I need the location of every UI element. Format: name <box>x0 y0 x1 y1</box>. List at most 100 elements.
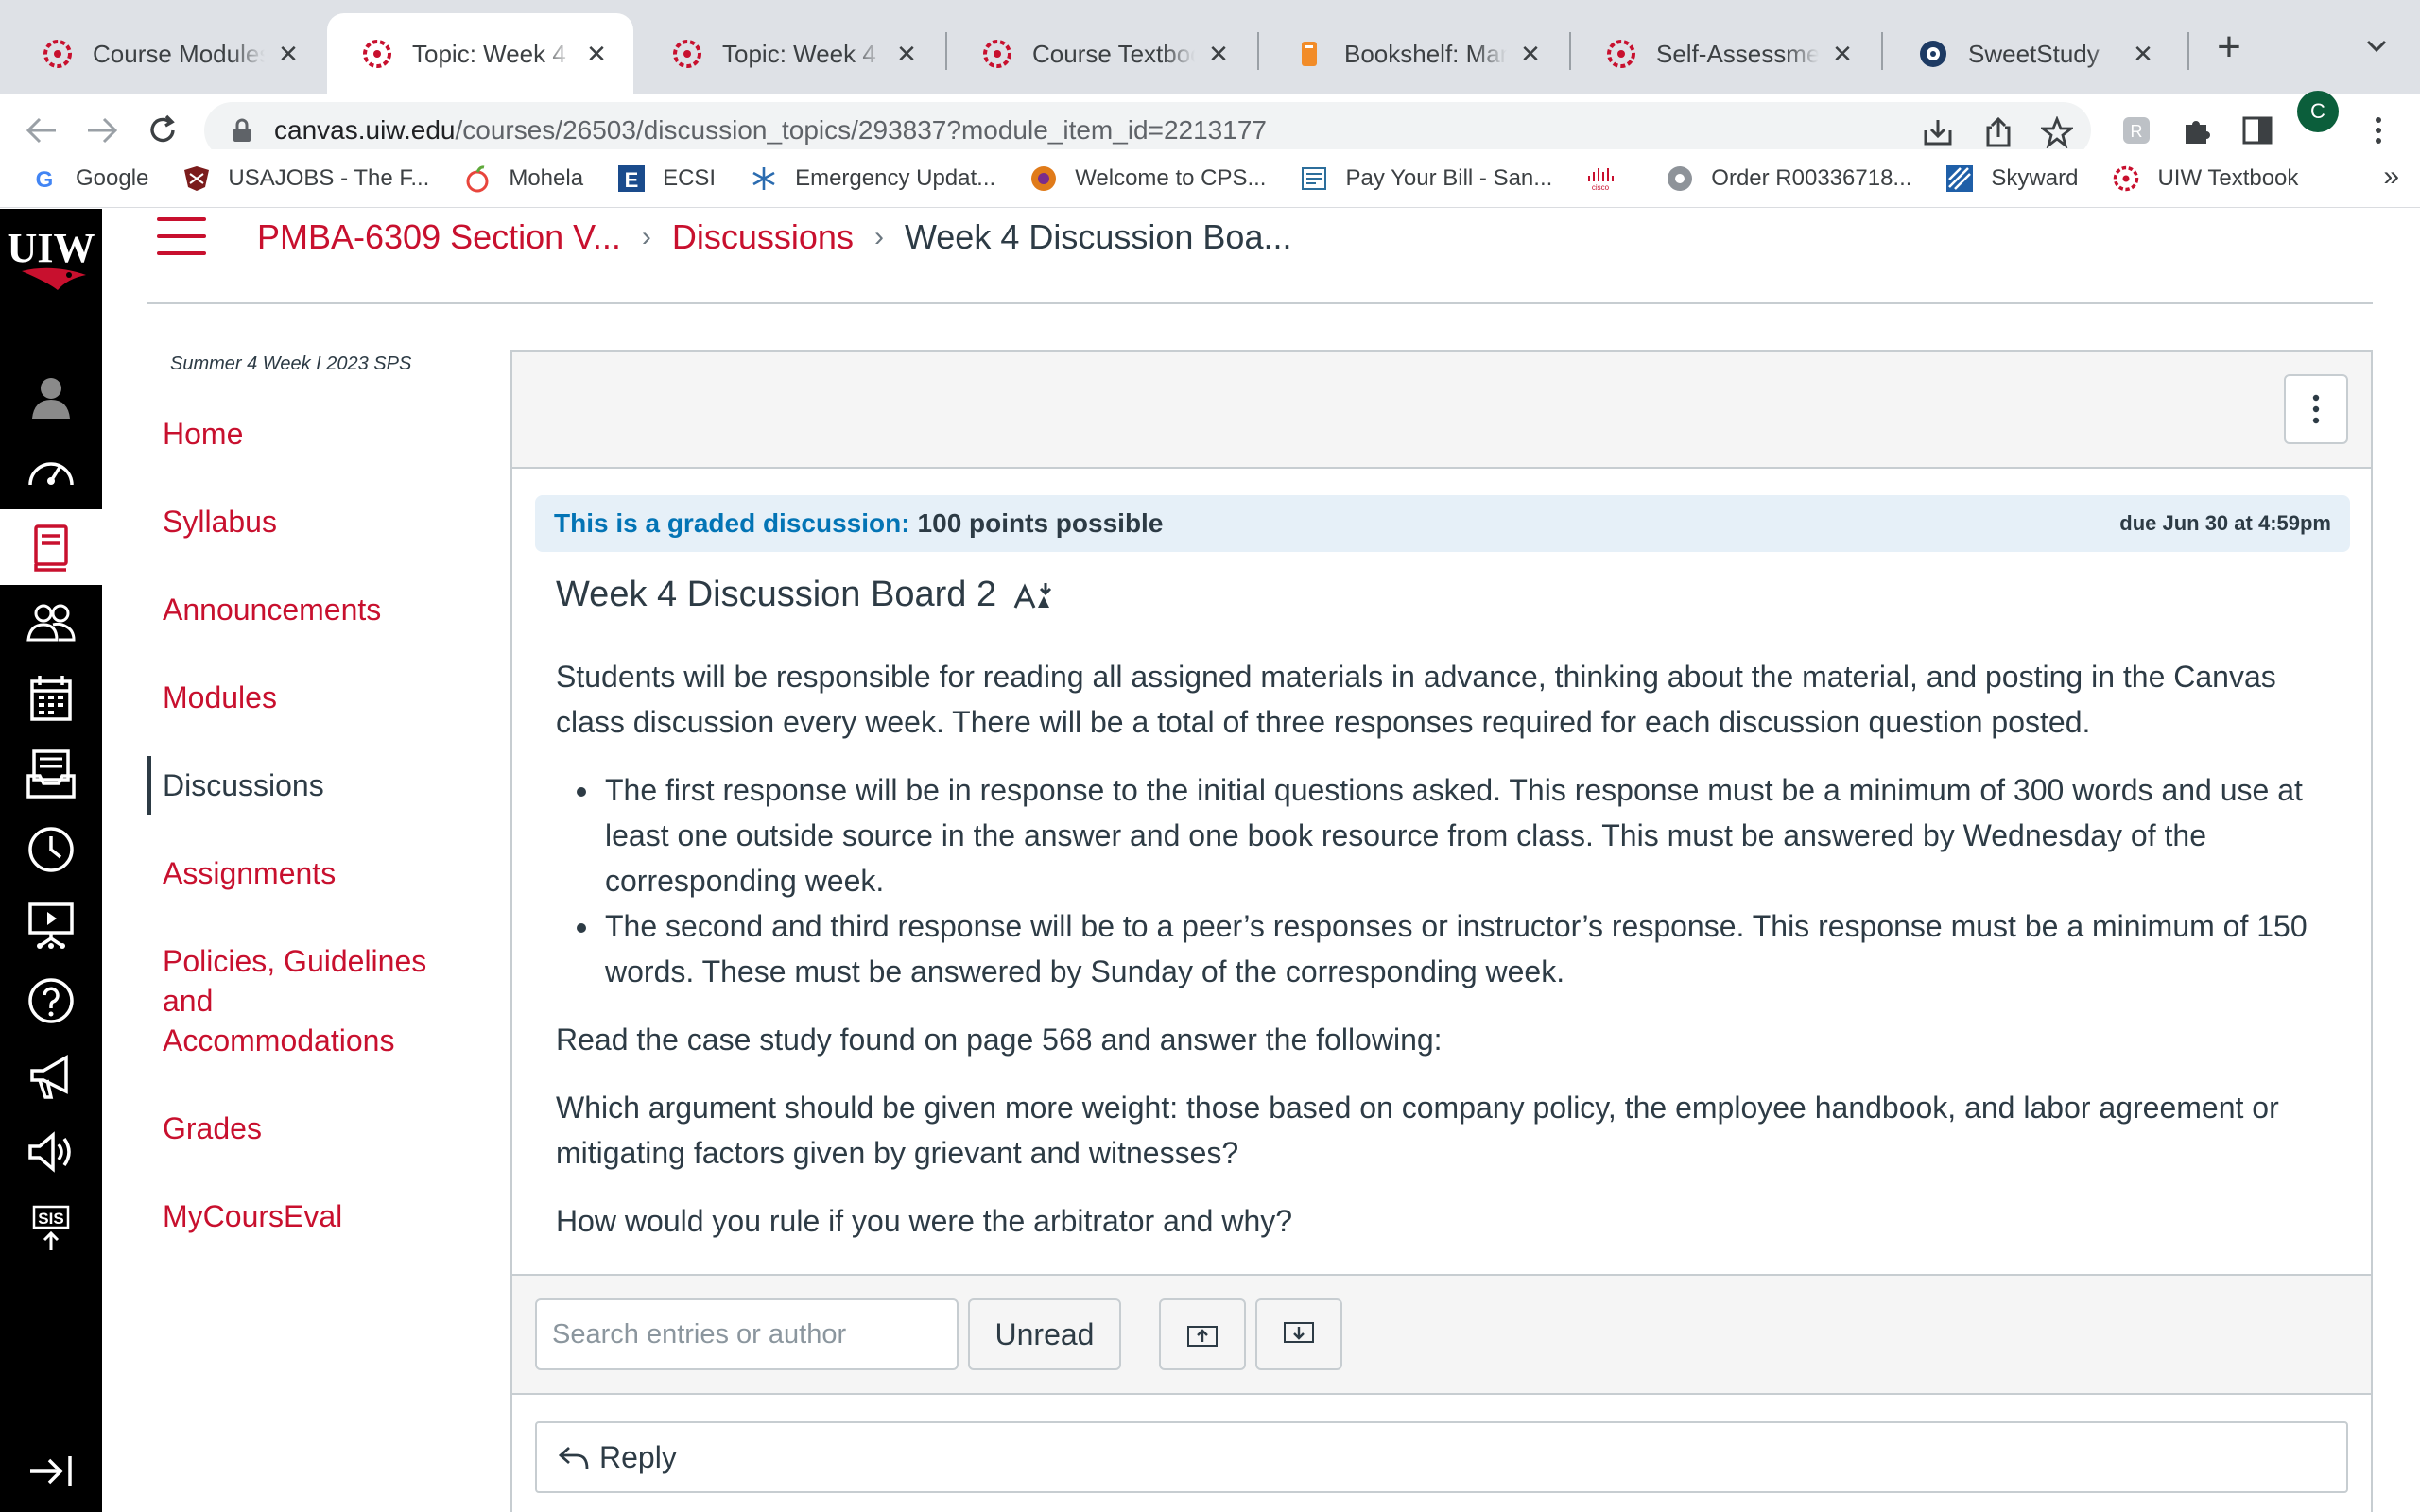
course-navigation: Home Syllabus Announcements Modules Disc… <box>147 404 459 1275</box>
order-icon <box>1666 164 1694 193</box>
chevron-right-icon: › <box>641 221 651 252</box>
close-icon[interactable]: ✕ <box>274 40 302 68</box>
bookmark-item[interactable]: Welcome to CPS... <box>1029 164 1266 193</box>
mohela-icon <box>463 164 492 193</box>
new-tab-button[interactable]: + <box>2208 23 2250 72</box>
close-icon[interactable]: ✕ <box>1516 40 1545 68</box>
skyward-icon <box>1945 164 1974 193</box>
graded-discussion-banner: This is a graded discussion: 100 points … <box>535 495 2350 552</box>
tab-title: Topic: Week 4 Dis <box>412 39 573 68</box>
bookmark-item[interactable]: UIW Textbook <box>2112 164 2298 193</box>
close-icon[interactable]: ✕ <box>582 40 611 68</box>
reply-button[interactable]: Reply <box>535 1421 2348 1493</box>
extensions-puzzle-icon[interactable] <box>2178 112 2216 149</box>
uiw-icon <box>2112 164 2140 193</box>
back-arrow-icon[interactable] <box>19 108 64 153</box>
entries-toolbar: Unread <box>512 1274 2371 1395</box>
more-options-kebab-icon[interactable] <box>2284 374 2348 444</box>
bookmark-item[interactable]: Order R00336718... <box>1666 164 1911 193</box>
sort-descending-button[interactable] <box>1255 1298 1342 1370</box>
bookmark-label: Google <box>76 164 149 191</box>
reply-label: Reply <box>599 1439 677 1474</box>
svg-text:E: E <box>625 168 639 192</box>
browser-menu-icon[interactable] <box>2360 112 2397 149</box>
gnav-account-icon[interactable] <box>0 358 102 434</box>
breadcrumb-course[interactable]: PMBA-6309 Section V... <box>257 217 621 257</box>
course-nav-home[interactable]: Home <box>147 404 459 463</box>
close-icon[interactable]: ✕ <box>892 40 921 68</box>
close-icon[interactable]: ✕ <box>1828 40 1857 68</box>
browser-tab[interactable]: Topic: Week 4 Dis ✕ <box>637 13 943 94</box>
browser-tab[interactable]: Bookshelf: Manag ✕ <box>1259 13 1567 94</box>
unread-filter-button[interactable]: Unread <box>968 1298 1121 1370</box>
bill-icon <box>1300 164 1328 193</box>
course-nav-modules[interactable]: Modules <box>147 668 459 727</box>
bookmarks-overflow-icon[interactable]: » <box>2383 161 2399 193</box>
bookmark-item[interactable]: G Google <box>30 164 149 193</box>
immersive-reader-icon[interactable] <box>1013 578 1055 612</box>
course-menu-toggle-icon[interactable] <box>157 217 206 255</box>
bookmark-item[interactable]: Skyward <box>1945 164 2078 193</box>
gnav-help-icon[interactable] <box>0 963 102 1039</box>
close-icon[interactable]: ✕ <box>1204 40 1233 68</box>
profile-avatar[interactable]: C <box>2297 91 2339 132</box>
gnav-history-icon[interactable] <box>0 812 102 887</box>
uiw-logo[interactable]: UIW <box>0 209 102 320</box>
browser-tab[interactable]: Course Textbook ✕ <box>947 13 1255 94</box>
question-2: How would you rule if you were the arbit… <box>556 1204 1293 1238</box>
bookmark-label: Pay Your Bill - San... <box>1345 164 1553 191</box>
tab-search-chevron-icon[interactable] <box>2358 25 2395 68</box>
gnav-groups-icon[interactable] <box>0 585 102 661</box>
svg-text:G: G <box>36 167 54 191</box>
breadcrumb-discussions[interactable]: Discussions <box>672 217 854 257</box>
cisco-icon: cisco <box>1586 164 1615 193</box>
search-entries-input[interactable] <box>535 1298 959 1370</box>
gnav-studio-icon[interactable] <box>0 887 102 963</box>
bookmark-item[interactable]: E ECSI <box>617 164 716 193</box>
requirement-item: The second and third response will be to… <box>601 903 2333 994</box>
browser-tab[interactable]: Self-Assessment ✕ <box>1571 13 1879 94</box>
browser-tab[interactable]: SweetStudy ✕ <box>1883 13 2180 94</box>
gnav-collapse-icon[interactable] <box>0 1434 102 1509</box>
url-host: canvas.uiw.edu <box>274 115 456 145</box>
gnav-calendar-icon[interactable] <box>0 661 102 736</box>
course-nav-policies[interactable]: Policies, Guidelines and Accommodations <box>147 932 431 1070</box>
course-nav-syllabus[interactable]: Syllabus <box>147 492 459 551</box>
reload-icon[interactable] <box>140 108 185 153</box>
snowflake-icon <box>750 164 778 193</box>
bookmark-item[interactable]: cisco <box>1586 164 1632 193</box>
gnav-inbox-icon[interactable] <box>0 736 102 812</box>
bookmarks-bar: G Google USAJOBS - The F... Mohela E ECS… <box>0 149 2420 208</box>
browser-tab[interactable]: Course Modules: ✕ <box>8 13 325 94</box>
tab-title: SweetStudy <box>1968 39 2100 68</box>
sort-ascending-button[interactable] <box>1159 1298 1246 1370</box>
gnav-courses-icon[interactable] <box>0 509 102 585</box>
gnav-announcement-megaphone-icon[interactable] <box>0 1039 102 1114</box>
course-nav-assignments[interactable]: Assignments <box>147 844 459 902</box>
svg-text:R: R <box>2131 122 2143 141</box>
lock-icon[interactable] <box>229 114 255 146</box>
side-panel-icon[interactable] <box>2238 112 2276 149</box>
install-app-icon[interactable] <box>1919 113 1957 151</box>
bookmark-item[interactable]: USAJOBS - The F... <box>182 164 429 193</box>
uiw-icon <box>981 38 1013 70</box>
course-nav-mycourseval[interactable]: MyCoursEval <box>147 1187 459 1246</box>
forward-arrow-icon[interactable] <box>79 108 125 153</box>
breadcrumb: PMBA-6309 Section V... › Discussions › W… <box>257 214 1291 261</box>
close-icon[interactable]: ✕ <box>2129 40 2157 68</box>
extension-r-icon[interactable]: R <box>2118 112 2155 149</box>
browser-tab-active[interactable]: Topic: Week 4 Dis ✕ <box>327 13 633 94</box>
due-date: due Jun 30 at 4:59pm <box>2119 511 2331 535</box>
course-nav-announcements[interactable]: Announcements <box>147 580 459 639</box>
gnav-sis-icon[interactable]: SIS <box>0 1190 102 1265</box>
bookmark-item[interactable]: Mohela <box>463 164 583 193</box>
bookmark-item[interactable]: Pay Your Bill - San... <box>1300 164 1552 193</box>
course-nav-discussions[interactable]: Discussions <box>147 756 459 815</box>
share-icon[interactable] <box>1979 113 2017 151</box>
discussion-intro: Students will be responsible for reading… <box>556 660 2276 739</box>
bookmark-star-icon[interactable] <box>2038 113 2076 151</box>
gnav-dashboard-icon[interactable] <box>0 434 102 509</box>
course-nav-grades[interactable]: Grades <box>147 1099 459 1158</box>
bookmark-item[interactable]: Emergency Updat... <box>750 164 995 193</box>
gnav-speaker-icon[interactable] <box>0 1114 102 1190</box>
